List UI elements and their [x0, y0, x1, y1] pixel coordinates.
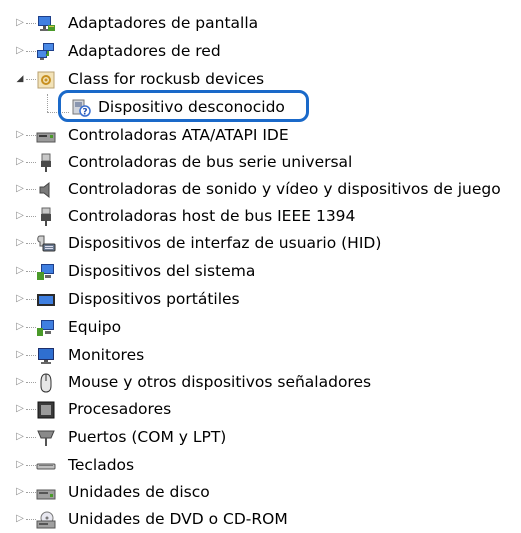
tree-connector: [26, 437, 36, 438]
mouse-icon: [36, 373, 56, 393]
tree-connector: [26, 382, 36, 383]
ieee1394-icon: [36, 207, 56, 227]
expand-arrow-icon[interactable]: ▷: [15, 237, 25, 249]
tree-connector: [26, 79, 36, 80]
tree-item-label: Procesadores: [68, 400, 172, 418]
tree-item-controladoras-bus-serie-universal[interactable]: ▷ Controladoras de bus serie universal: [0, 149, 521, 176]
tree-item-label: Puertos (COM y LPT): [68, 428, 227, 446]
expand-arrow-icon[interactable]: ▷: [15, 403, 25, 415]
dvd-drive-icon: [36, 510, 56, 530]
tree-item-label: Monitores: [68, 346, 145, 364]
tree-connector: [26, 299, 36, 300]
tree-item-adaptadores-de-red[interactable]: ▷ Adaptadores de red: [0, 38, 521, 65]
tree-item-label: Unidades de DVD o CD-ROM: [68, 510, 288, 528]
tree-item-label: Dispositivos de interfaz de usuario (HID…: [68, 234, 382, 252]
ide-controller-icon: [36, 126, 56, 146]
tree-item-mouse-y-otros[interactable]: ▷ Mouse y otros dispositivos señaladores: [0, 369, 521, 396]
tree-item-label: Teclados: [68, 456, 135, 474]
expand-arrow-icon[interactable]: ▷: [15, 431, 25, 443]
tree-connector: [26, 409, 36, 410]
expand-arrow-icon[interactable]: ▷: [15, 17, 25, 29]
tree-item-unidades-de-disco[interactable]: ▷ Unidades de disco: [0, 479, 521, 506]
keyboard-icon: [36, 456, 56, 476]
tree-connector: [26, 355, 36, 356]
expand-arrow-icon[interactable]: ▷: [15, 486, 25, 498]
expand-arrow-icon[interactable]: ▷: [15, 156, 25, 168]
expand-arrow-icon[interactable]: ▷: [15, 129, 25, 141]
highlight-outline: [58, 90, 309, 122]
hid-icon: [36, 234, 56, 254]
tree-item-label: Controladoras host de bus IEEE 1394: [68, 207, 356, 225]
tree-item-dispositivos-portatiles[interactable]: ▷ Dispositivos portátiles: [0, 286, 521, 313]
tree-item-puertos-com-lpt[interactable]: ▷ Puertos (COM y LPT): [0, 424, 521, 451]
tree-item-controladoras-ata-atapi-ide[interactable]: ▷ Controladoras ATA/ATAPI IDE: [0, 122, 521, 149]
tree-item-controladoras-sonido-video-juego[interactable]: ▷ Controladoras de sonido y vídeo y disp…: [0, 176, 521, 203]
tree-item-monitores[interactable]: ▷ Monitores: [0, 342, 521, 369]
tree-connector: [26, 519, 36, 520]
tree-item-label: Adaptadores de red: [68, 42, 221, 60]
usb-controller-icon: [36, 153, 56, 173]
system-devices-icon: [36, 262, 56, 282]
disk-drive-icon: [36, 483, 56, 503]
sound-icon: [36, 180, 56, 200]
tree-item-label: Class for rockusb devices: [68, 70, 265, 88]
expand-arrow-icon[interactable]: ▷: [15, 210, 25, 222]
collapse-arrow-icon[interactable]: ◢: [15, 73, 25, 85]
expand-arrow-icon[interactable]: ▷: [15, 376, 25, 388]
tree-connector: [26, 23, 36, 24]
portable-devices-icon: [36, 290, 56, 310]
tree-item-label: Controladoras ATA/ATAPI IDE: [68, 126, 289, 144]
expand-arrow-icon[interactable]: ▷: [15, 459, 25, 471]
tree-item-teclados[interactable]: ▷ Teclados: [0, 452, 521, 479]
tree-connector: [26, 216, 36, 217]
tree-connector: [26, 162, 36, 163]
tree-item-label: Adaptadores de pantalla: [68, 14, 259, 32]
expand-arrow-icon[interactable]: ▷: [15, 513, 25, 525]
display-adapter-icon: [36, 14, 56, 34]
expand-arrow-icon[interactable]: ▷: [15, 293, 25, 305]
tree-item-label: Controladoras de bus serie universal: [68, 153, 353, 171]
monitor-icon: [36, 346, 56, 366]
computer-icon: [36, 318, 56, 338]
device-tree: ▷ Adaptadores de pantalla ▷ Adaptadores …: [0, 0, 521, 529]
ports-icon: [36, 428, 56, 448]
tree-connector: [26, 465, 36, 466]
expand-arrow-icon[interactable]: ▷: [15, 349, 25, 361]
expand-arrow-icon[interactable]: ▷: [15, 183, 25, 195]
tree-item-label: Controladoras de sonido y vídeo y dispos…: [68, 180, 501, 198]
tree-item-procesadores[interactable]: ▷ Procesadores: [0, 396, 521, 423]
tree-item-dispositivos-del-sistema[interactable]: ▷ Dispositivos del sistema: [0, 258, 521, 285]
tree-connector: [26, 51, 36, 52]
tree-connector: [26, 492, 36, 493]
tree-item-label: Dispositivos del sistema: [68, 262, 256, 280]
tree-item-label: Unidades de disco: [68, 483, 210, 501]
tree-item-controladoras-host-ieee-1394[interactable]: ▷ Controladoras host de bus IEEE 1394: [0, 203, 521, 230]
tree-connector: [26, 243, 36, 244]
tree-connector: [26, 271, 36, 272]
rockusb-class-icon: [36, 70, 56, 90]
tree-connector: [26, 135, 36, 136]
expand-arrow-icon[interactable]: ▷: [15, 45, 25, 57]
tree-item-adaptadores-de-pantalla[interactable]: ▷ Adaptadores de pantalla: [0, 10, 521, 37]
tree-item-class-for-rockusb-devices[interactable]: ◢ Class for rockusb devices: [0, 66, 521, 93]
tree-item-label: Equipo: [68, 318, 122, 336]
processor-icon: [36, 400, 56, 420]
tree-connector: [26, 189, 36, 190]
tree-item-dispositivos-interfaz-usuario-hid[interactable]: ▷ Dispositivos de interfaz de usuario (H…: [0, 230, 521, 257]
tree-item-label: Dispositivos portátiles: [68, 290, 240, 308]
tree-connector: [26, 327, 36, 328]
expand-arrow-icon[interactable]: ▷: [15, 321, 25, 333]
network-adapter-icon: [36, 42, 56, 62]
tree-item-label: Mouse y otros dispositivos señaladores: [68, 373, 372, 391]
expand-arrow-icon[interactable]: ▷: [15, 265, 25, 277]
tree-item-equipo[interactable]: ▷ Equipo: [0, 314, 521, 341]
